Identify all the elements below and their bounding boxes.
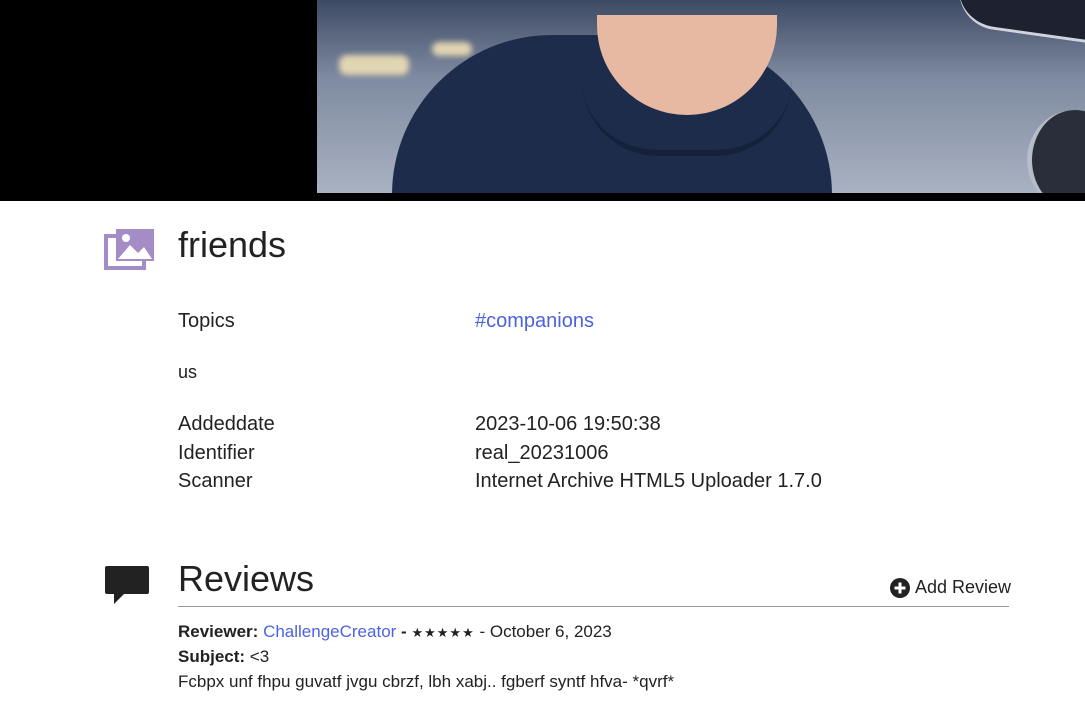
metadata-value: Internet Archive HTML5 Uploader 1.7.0: [475, 470, 822, 492]
review-separator: -: [401, 622, 407, 641]
item-image[interactable]: [317, 0, 1085, 193]
robot-arm: [953, 0, 1085, 46]
review-subject-line: Subject: <3: [178, 647, 269, 667]
review-body: Fcbpx unf fhpu guvatf jvgu cbrzf, lbh xa…: [178, 672, 675, 691]
item-description: us: [178, 362, 198, 382]
item-title: friends: [178, 224, 287, 265]
shirt-collar: [582, 80, 792, 156]
robot-joint: [1027, 110, 1085, 193]
review-date: - October 6, 2023: [479, 622, 612, 641]
metadata-label: Topics: [178, 310, 235, 332]
person-shirt: [392, 15, 832, 193]
media-viewer: [0, 0, 1085, 201]
reviewer-link[interactable]: ChallengeCreator: [263, 622, 396, 641]
image-gallery-icon: [104, 229, 154, 270]
reviewer-label: Reviewer:: [178, 622, 259, 641]
topic-link[interactable]: #companions: [475, 310, 594, 333]
review-meta-line: Reviewer: ChallengeCreator - ★★★★★ - Oct…: [178, 622, 612, 642]
metadata-label: Identifier: [178, 442, 255, 464]
metadata-label: Addeddate: [178, 413, 275, 435]
review-subject: <3: [249, 647, 270, 666]
reviews-title: Reviews: [178, 558, 315, 599]
background-light: [339, 55, 409, 75]
speech-bubble-icon: [105, 566, 149, 604]
reviews-divider: [178, 606, 1009, 607]
add-review-button[interactable]: Add Review: [890, 577, 1011, 598]
metadata-value: real_20231006: [475, 442, 609, 464]
plus-circle-icon: [890, 577, 910, 598]
star-rating: ★★★★★: [411, 625, 475, 640]
metadata-label: Scanner: [178, 470, 253, 492]
subject-label: Subject:: [178, 647, 246, 666]
background-light: [432, 42, 472, 56]
add-review-label: Add Review: [915, 577, 1012, 597]
metadata-value: 2023-10-06 19:50:38: [475, 413, 661, 435]
